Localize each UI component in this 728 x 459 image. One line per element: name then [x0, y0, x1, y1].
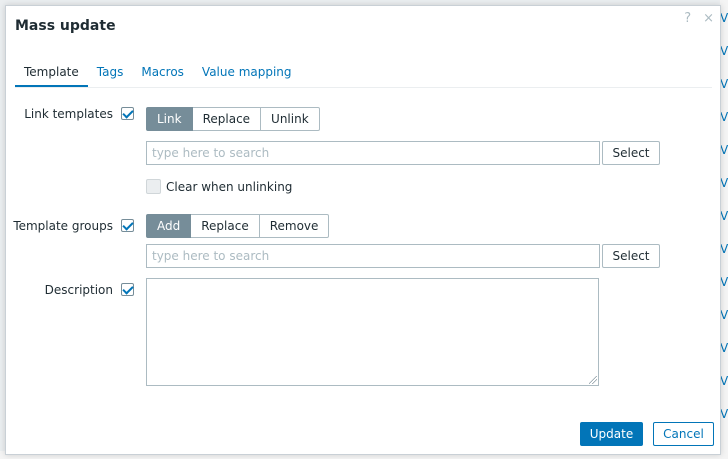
- group-mode-remove[interactable]: Remove: [259, 214, 330, 238]
- background-link: V: [720, 77, 728, 91]
- background-page-edge: V V V V V V V V V V V V V: [720, 0, 728, 459]
- link-templates-label: Link templates: [24, 107, 113, 121]
- dialog-header-controls: ? ×: [684, 11, 714, 26]
- link-templates-select-button[interactable]: Select: [602, 141, 660, 165]
- clear-when-unlinking-label: Clear when unlinking: [166, 180, 293, 194]
- tab-bar: Template Tags Macros Value mapping: [15, 63, 712, 88]
- background-link: V: [720, 308, 728, 322]
- link-mode-replace[interactable]: Replace: [192, 107, 262, 131]
- cancel-button[interactable]: Cancel: [653, 422, 714, 446]
- clear-when-unlinking-checkbox[interactable]: [146, 179, 161, 194]
- description-textarea[interactable]: [146, 278, 599, 386]
- template-groups-select-button[interactable]: Select: [602, 244, 660, 268]
- group-mode-replace[interactable]: Replace: [191, 214, 260, 238]
- background-link: V: [720, 44, 728, 58]
- resize-handle-icon[interactable]: [589, 376, 597, 384]
- template-groups-label: Template groups: [13, 219, 113, 233]
- tab-macros[interactable]: Macros: [132, 63, 193, 85]
- close-icon[interactable]: ×: [703, 11, 714, 26]
- template-groups-search-input[interactable]: [146, 244, 600, 268]
- tab-template[interactable]: Template: [15, 63, 88, 87]
- template-groups-mode-selector: Add Replace Remove: [146, 214, 330, 238]
- background-link: V: [720, 143, 728, 157]
- dialog-title: Mass update: [15, 18, 116, 34]
- background-link: V: [720, 341, 728, 355]
- background-link: V: [720, 110, 728, 124]
- link-mode-link[interactable]: Link: [146, 107, 193, 131]
- description-label: Description: [44, 283, 113, 297]
- background-link: V: [720, 275, 728, 289]
- background-link: V: [720, 11, 728, 25]
- background-link: V: [720, 407, 728, 421]
- update-button[interactable]: Update: [580, 422, 643, 446]
- background-link: V: [720, 242, 728, 256]
- tab-tags[interactable]: Tags: [88, 63, 133, 85]
- link-mode-unlink[interactable]: Unlink: [261, 107, 320, 131]
- mass-update-dialog: Mass update ? × Template Tags Macros Val…: [5, 5, 721, 455]
- description-checkbox[interactable]: [121, 283, 134, 296]
- link-templates-mode-selector: Link Replace Unlink: [146, 107, 320, 131]
- background-link: V: [720, 374, 728, 388]
- link-templates-search-input[interactable]: [146, 141, 600, 165]
- background-link: V: [720, 209, 728, 223]
- link-templates-checkbox[interactable]: [121, 107, 134, 120]
- template-groups-checkbox[interactable]: [121, 219, 134, 232]
- background-link: V: [720, 176, 728, 190]
- tab-value-mapping[interactable]: Value mapping: [193, 63, 301, 85]
- group-mode-add[interactable]: Add: [146, 214, 192, 238]
- help-icon[interactable]: ?: [684, 11, 691, 26]
